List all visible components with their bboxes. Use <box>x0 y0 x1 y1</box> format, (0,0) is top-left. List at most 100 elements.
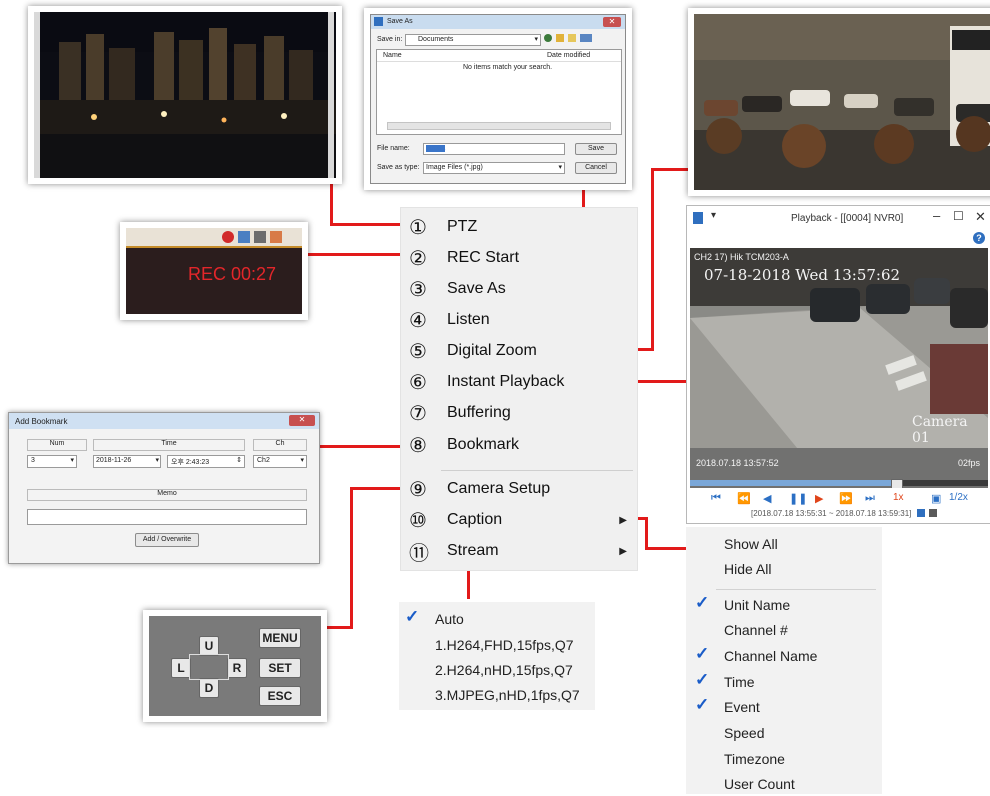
date-picker[interactable]: 2018-11-26 ▾ <box>93 455 161 468</box>
save-in-select[interactable]: Documents ▾ <box>405 34 541 46</box>
snapshot-button[interactable]: ▣ <box>931 492 941 505</box>
stream-option-1[interactable]: 1.H264,FHD,15fps,Q7 <box>435 633 574 657</box>
col-name-header[interactable]: Name <box>383 52 402 59</box>
caption-event[interactable]: Event <box>724 695 760 719</box>
save-button[interactable]: Save <box>575 143 617 155</box>
stream-option-auto[interactable]: Auto <box>435 607 464 631</box>
file-name-input[interactable]: 00001 <box>423 143 565 155</box>
menu-item-listen[interactable]: ④ Listen <box>409 305 490 335</box>
help-icon[interactable]: ? <box>973 232 985 244</box>
record-icon <box>222 231 234 243</box>
stream-option-3[interactable]: 3.MJPEG,nHD,1fps,Q7 <box>435 683 580 707</box>
back-icon[interactable] <box>544 34 552 42</box>
new-folder-icon[interactable] <box>568 34 576 42</box>
calendar-icon[interactable]: ▾ <box>155 456 159 464</box>
caption-hide-all[interactable]: Hide All <box>724 557 771 581</box>
playback-progress-fill <box>690 480 896 486</box>
bookmark-title: Add Bookmark <box>15 417 68 426</box>
menu-item-caption[interactable]: ⑩ Caption <box>409 505 502 535</box>
menu-item-ptz[interactable]: ① PTZ <box>409 212 477 242</box>
step-back-button[interactable]: ◀ <box>763 492 771 505</box>
playback-video[interactable]: CH2 17) Hik TCM203-A 07-18-2018 Wed 13:5… <box>690 248 988 488</box>
menu-item-save-as[interactable]: ③ Save As <box>409 274 506 304</box>
right-key[interactable]: R <box>227 658 247 678</box>
connector-setup-v <box>350 487 353 628</box>
calendar-icon[interactable] <box>929 509 937 517</box>
view-menu-icon[interactable] <box>580 34 592 42</box>
menu-item-rec-start[interactable]: ② REC Start <box>409 243 519 273</box>
close-button[interactable]: ✕ <box>289 415 315 426</box>
caption-option-label: Unit Name <box>724 597 791 613</box>
menu-key[interactable]: MENU <box>259 628 301 648</box>
caption-option-label: Show All <box>724 536 778 552</box>
speed-label[interactable]: 1x <box>893 492 904 503</box>
connector-rec <box>305 253 404 256</box>
memo-input[interactable] <box>27 509 307 525</box>
time-spinner[interactable]: 오후 2:43:23 ⇕ <box>167 455 245 468</box>
menu-item-buffering[interactable]: ⑦ Buffering <box>409 398 511 428</box>
fast-forward-button[interactable]: ⏩ <box>839 492 853 505</box>
submenu-arrow-icon: ▶ <box>619 546 627 557</box>
chevron-down-icon: ▾ <box>558 164 562 171</box>
window-icon <box>374 17 383 26</box>
menu-item-label: Bookmark <box>447 436 520 453</box>
caption-user-count[interactable]: User Count <box>724 772 795 796</box>
caption-timezone[interactable]: Timezone <box>724 747 785 771</box>
camera-context-menu: ① PTZ ② REC Start ③ Save As ④ Listen ⑤ Digita… <box>400 207 638 571</box>
fps-osd: 02fps <box>958 458 981 468</box>
maximize-button[interactable]: ☐ <box>953 209 964 223</box>
left-key[interactable]: L <box>171 658 191 678</box>
file-list[interactable]: Name Date modified No items match your s… <box>376 49 622 135</box>
item-number: ⑧ <box>409 433 427 457</box>
ch-select[interactable]: Ch2 ▾ <box>253 455 307 468</box>
num-value: 3 <box>31 457 35 464</box>
num-select[interactable]: 3 ▾ <box>27 455 77 468</box>
num-label: Num <box>49 440 65 447</box>
save-type-select[interactable]: Image Files (*.jpg) ▾ <box>423 162 565 174</box>
horizontal-scrollbar[interactable] <box>387 122 611 130</box>
add-overwrite-button[interactable]: Add / Overwrite <box>135 533 199 547</box>
playback-progress-thumb[interactable] <box>890 479 903 488</box>
caption-submenu: Show All Hide All ✓ Unit Name Channel # … <box>686 527 882 794</box>
menu-item-bookmark[interactable]: ⑧ Bookmark <box>409 430 519 460</box>
menu-item-camera-setup[interactable]: ⑨ Camera Setup <box>409 474 550 504</box>
fast-rewind-button[interactable]: ⏪ <box>737 492 751 505</box>
step-back-start-button[interactable]: ⏮ <box>711 492 721 505</box>
menu-item-instant-playback[interactable]: ⑥ Instant Playback <box>409 367 564 397</box>
up-key[interactable]: U <box>199 636 219 656</box>
time-value: 오후 2:43:23 <box>171 459 210 466</box>
chevron-down-icon: ▾ <box>534 36 538 43</box>
caption-channel-name[interactable]: Channel Name <box>724 644 817 668</box>
play-button[interactable]: ▶ <box>815 492 823 505</box>
up-folder-icon[interactable] <box>556 34 564 42</box>
half-speed-label[interactable]: 1/2x <box>949 492 968 503</box>
caption-channel-number[interactable]: Channel # <box>724 618 788 642</box>
caption-show-all[interactable]: Show All <box>724 532 778 556</box>
memo-label: Memo <box>157 490 177 497</box>
esc-key[interactable]: ESC <box>259 686 301 706</box>
cancel-button[interactable]: Cancel <box>575 162 617 174</box>
menu-item-stream[interactable]: ⑪ Stream <box>409 536 499 566</box>
stream-option-label: Auto <box>435 611 464 627</box>
step-forward-end-button[interactable]: ⏭ <box>865 492 875 505</box>
close-icon <box>270 231 282 243</box>
menu-item-digital-zoom[interactable]: ⑤ Digital Zoom <box>409 336 537 366</box>
night-city-scene <box>34 12 336 178</box>
minimize-button[interactable]: – <box>933 208 940 223</box>
caption-speed[interactable]: Speed <box>724 721 764 745</box>
stream-option-2[interactable]: 2.H264,nHD,15fps,Q7 <box>435 658 573 682</box>
spinner-icon[interactable]: ⇕ <box>236 456 242 464</box>
playback-progress-track[interactable] <box>690 479 988 488</box>
submenu-arrow-icon: ▶ <box>619 515 627 526</box>
pause-button[interactable]: ❚❚ <box>789 492 807 505</box>
set-key[interactable]: SET <box>259 658 301 678</box>
col-date-header[interactable]: Date modified <box>547 52 590 59</box>
down-key[interactable]: D <box>199 678 219 698</box>
caption-option-label: Time <box>724 674 755 690</box>
pin-icon[interactable]: ▾ <box>711 210 716 221</box>
close-button[interactable]: ✕ <box>603 17 621 27</box>
close-button[interactable]: ✕ <box>975 209 986 225</box>
caption-unit-name[interactable]: Unit Name <box>724 593 790 617</box>
caption-time[interactable]: Time <box>724 670 755 694</box>
export-icon[interactable] <box>917 509 925 517</box>
